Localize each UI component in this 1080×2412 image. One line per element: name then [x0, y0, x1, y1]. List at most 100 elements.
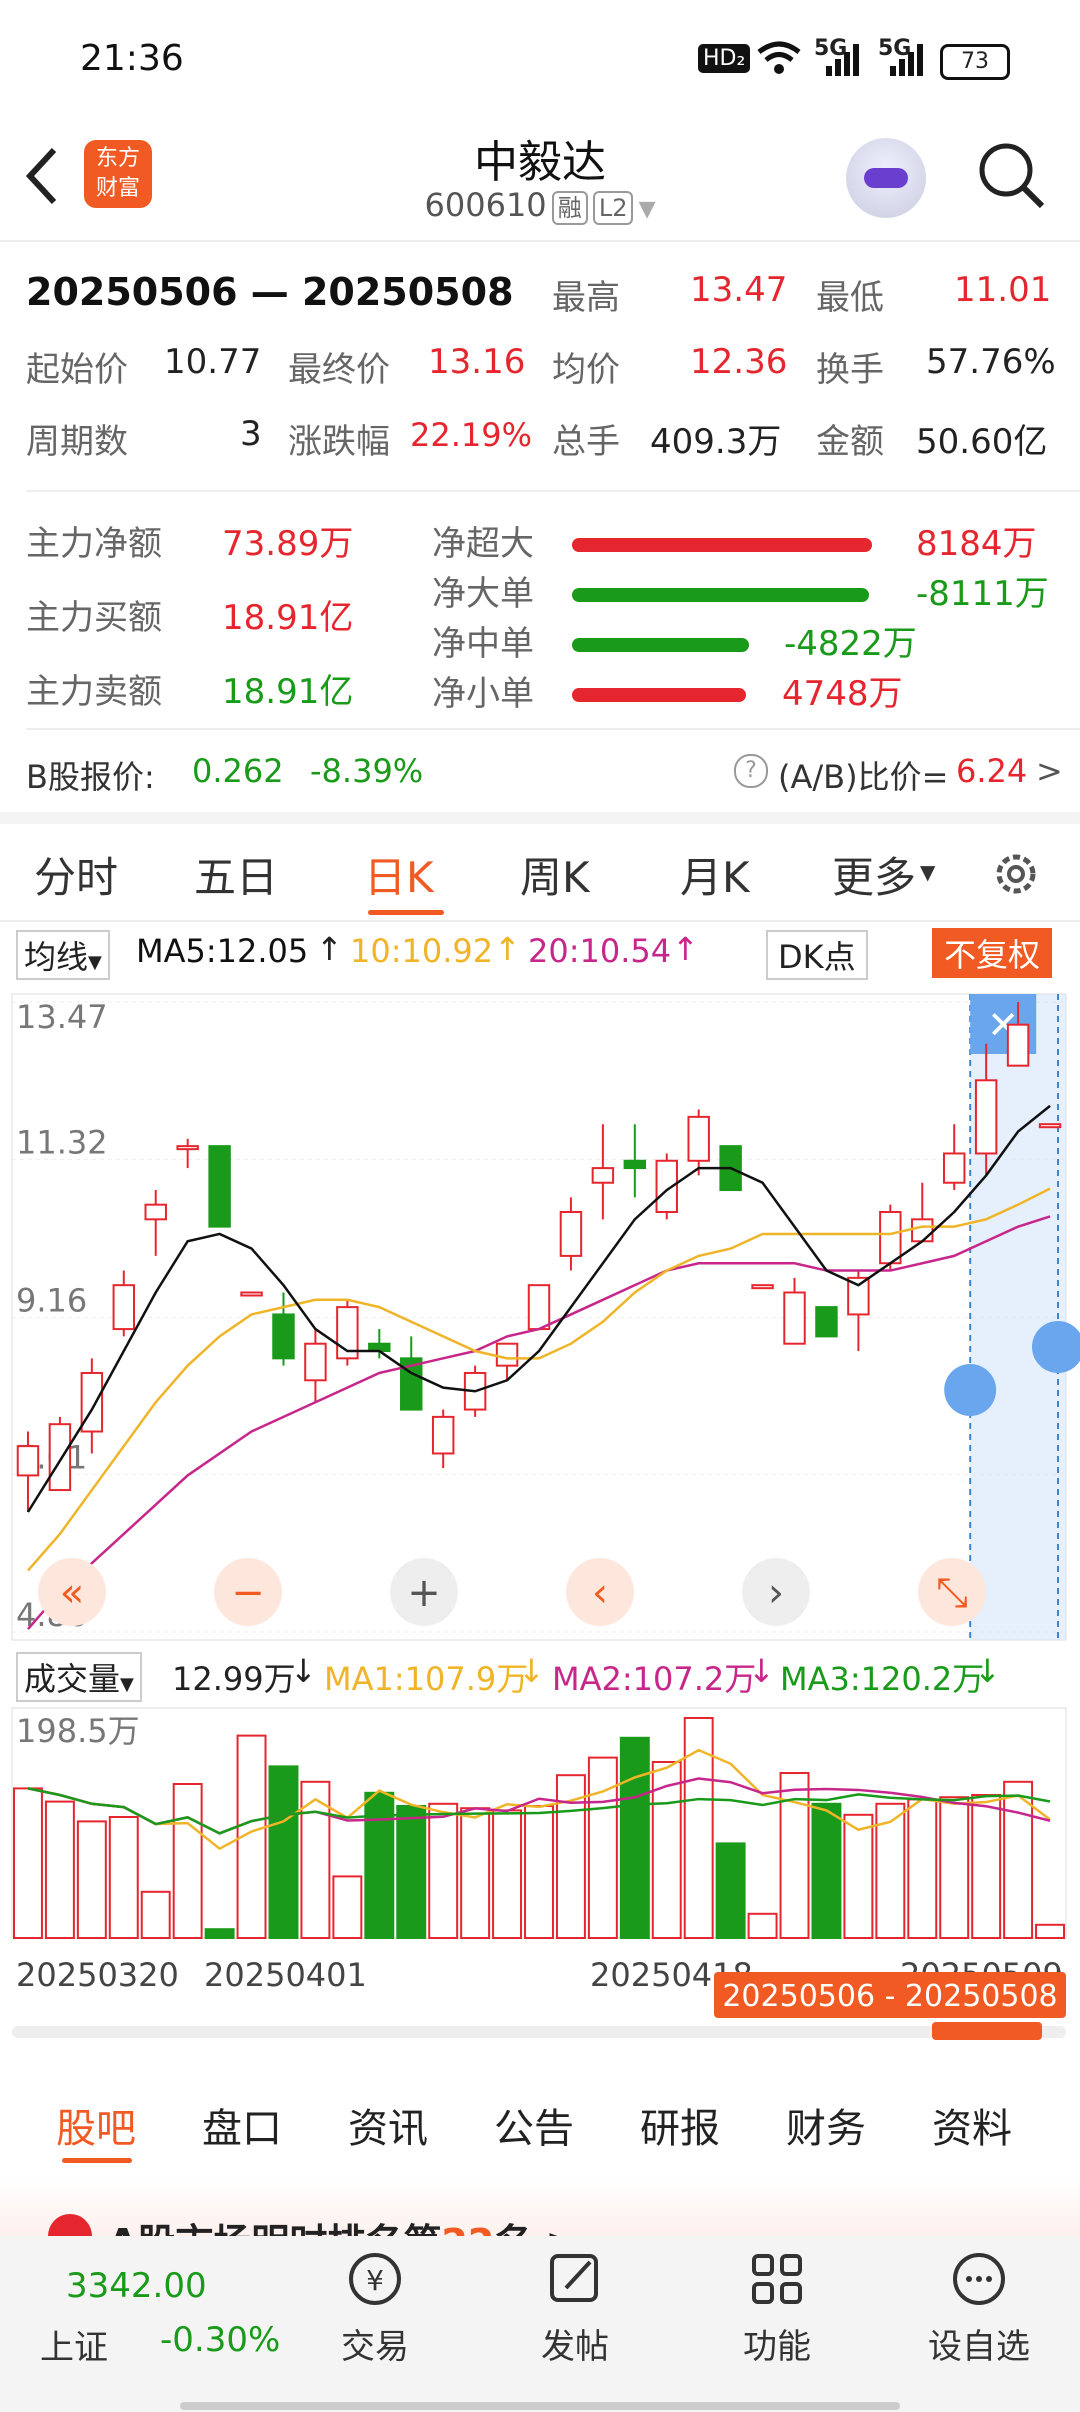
- candle-body: [16, 1445, 40, 1477]
- candle-body: [847, 1276, 870, 1316]
- volume-axis-label: 198.5万: [16, 1712, 140, 1750]
- scroll-thumb: [932, 2022, 1042, 2040]
- tab-wuri[interactable]: 五日: [194, 844, 278, 905]
- scroll-left-fast-icon[interactable]: «: [38, 1558, 106, 1626]
- ma-row: 均线▼ MA5:12.05 ↑ 10:10.92 ↑ 20:10.54 ↑ DK…: [0, 924, 1080, 980]
- scroll-left-icon[interactable]: ‹: [566, 1558, 634, 1626]
- dk-button[interactable]: DK点: [766, 930, 868, 980]
- scroll-right-icon[interactable]: ›: [742, 1558, 810, 1626]
- volume-bar: [747, 1912, 778, 1940]
- gear-icon[interactable]: [990, 848, 1042, 900]
- candle-body: [208, 1145, 231, 1228]
- ma10-value: 10:10.92: [350, 932, 494, 970]
- info-tab[interactable]: 公告: [494, 2096, 574, 2154]
- fullscreen-icon[interactable]: ⤡: [918, 1558, 986, 1626]
- candle-body: [815, 1306, 838, 1338]
- tab-fenshi[interactable]: 分时: [34, 844, 118, 905]
- stock-code: 600610: [424, 186, 547, 224]
- volume-chart[interactable]: 198.5万2025032020250401202504182025050920…: [0, 1700, 1080, 2040]
- volume-bar: [1035, 1923, 1065, 1940]
- search-icon[interactable]: [976, 140, 1048, 212]
- candle-body: [591, 1167, 615, 1184]
- divider: [26, 728, 1080, 730]
- help-icon[interactable]: ?: [734, 754, 768, 788]
- flow-bar: [572, 588, 869, 602]
- nav-function[interactable]: 功能: [712, 2248, 842, 2368]
- price-axis-label: 13.47: [16, 998, 108, 1036]
- high-value: 13.47: [690, 270, 788, 310]
- index-price: 3342.00: [66, 2266, 207, 2306]
- banner-text-main: A股市场明时排名第: [108, 2221, 441, 2236]
- volume-bar: [715, 1842, 746, 1939]
- close-value: 13.16: [428, 342, 526, 382]
- nav-post-label: 发帖: [541, 2327, 609, 2367]
- candle-body: [783, 1291, 806, 1345]
- control-button-glyph: ⤡: [936, 1570, 968, 1616]
- dropdown-icon: ▼: [638, 197, 656, 222]
- fq-button[interactable]: 不复权: [932, 928, 1053, 978]
- index-widget[interactable]: 3342.00 上证 -0.30%: [0, 2236, 290, 2412]
- robot-avatar[interactable]: [846, 138, 926, 218]
- level-tag: L2: [592, 191, 634, 225]
- volume-header: 成交量▼ 12.99万 ↓ MA1:107.9万 ↓ MA2:107.2万 ↓ …: [0, 1648, 1080, 1702]
- vol-value: 12.99万: [172, 1660, 296, 1698]
- period-tabs: 分时 五日 日K 周K 月K 更多 ▼: [0, 830, 1080, 920]
- volume-select[interactable]: 成交量▼: [16, 1652, 142, 1702]
- low-label: 最低: [816, 278, 884, 318]
- index-name: 上证: [40, 2328, 108, 2368]
- kline-chart[interactable]: 13.4711.329.167.014.86✕«−+‹›⤡: [0, 982, 1080, 1642]
- volume-bar: [268, 1765, 299, 1940]
- info-tab-indicator: [62, 2158, 132, 2163]
- high-label: 最高: [552, 278, 620, 318]
- divider: [0, 240, 1080, 242]
- indicator-select[interactable]: 均线▼: [16, 930, 110, 980]
- divider: [0, 920, 1080, 922]
- volume-bar: [76, 1820, 107, 1939]
- tab-more[interactable]: 更多: [832, 844, 916, 905]
- avg-label: 均价: [552, 350, 620, 390]
- promo-banner[interactable]: A股市场明时排名第22名 >: [0, 2176, 1080, 2236]
- volume-bar: [172, 1783, 203, 1939]
- info-tab[interactable]: 研报: [640, 2096, 720, 2154]
- chevron-right-icon: >: [1036, 752, 1063, 790]
- ma20-value: 20:10.54: [528, 932, 672, 970]
- volume-bar: [619, 1736, 650, 1939]
- info-tab[interactable]: 资料: [932, 2096, 1012, 2154]
- main-buy-label: 主力买额: [26, 598, 162, 638]
- main-net-label: 主力净额: [26, 524, 162, 564]
- tab-zhouk[interactable]: 周K: [520, 844, 590, 905]
- nav-post[interactable]: 发帖: [510, 2248, 640, 2368]
- home-indicator: [180, 2402, 900, 2410]
- candle-body: [431, 1415, 455, 1455]
- flow-label: 净超大: [432, 524, 534, 564]
- tab-rik[interactable]: 日K: [364, 844, 434, 905]
- info-tab[interactable]: 资讯: [348, 2096, 428, 2154]
- info-tab[interactable]: 盘口: [202, 2096, 282, 2154]
- section-gap: [0, 2046, 1080, 2070]
- bshare-label: B股报价:: [26, 758, 155, 796]
- candle-body: [559, 1211, 583, 1257]
- volume-label: 总手: [552, 422, 620, 462]
- nav-trade[interactable]: ¥ 交易: [310, 2248, 440, 2368]
- bshare-row[interactable]: B股报价: 0.262 -8.39% ? (A/B)比价= 6.24 >: [0, 744, 1080, 800]
- tab-yuek[interactable]: 月K: [680, 844, 750, 905]
- candle-body: [144, 1203, 167, 1221]
- signal-bars-2: [890, 44, 923, 76]
- nav-trade-label: 交易: [341, 2327, 409, 2367]
- wifi-icon: [757, 41, 801, 74]
- nav-add-watchlist[interactable]: 设自选: [914, 2248, 1044, 2368]
- candle-body: [911, 1218, 934, 1243]
- zoom-out-icon[interactable]: −: [214, 1558, 282, 1626]
- candle-body: [112, 1284, 136, 1331]
- vol-ma3: MA3:120.2万: [780, 1660, 985, 1698]
- flow-label: 净大单: [432, 574, 534, 614]
- margin-tag: 融: [551, 191, 588, 225]
- volume-select-label: 成交量: [24, 1660, 121, 1698]
- capital-flow-panel[interactable]: 主力净额 73.89万 主力买额 18.91亿 主力卖额 18.91亿 净超大 8…: [0, 500, 1080, 720]
- zoom-in-icon[interactable]: +: [390, 1558, 458, 1626]
- info-tab[interactable]: 财务: [786, 2096, 866, 2154]
- banner-num: 22: [441, 2221, 494, 2236]
- info-tab[interactable]: 股吧: [56, 2096, 136, 2154]
- ma20-line: [27, 1215, 1051, 1630]
- turnover-value: 57.76%: [926, 342, 1056, 382]
